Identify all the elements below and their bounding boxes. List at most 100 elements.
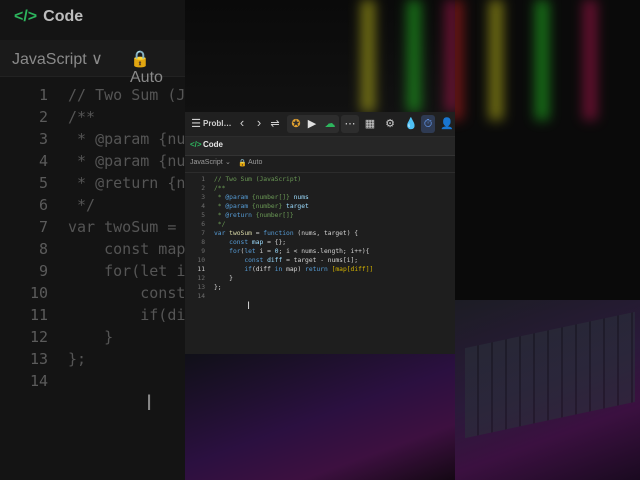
line-number: 4 bbox=[201, 203, 205, 210]
background-code-line: 13}; bbox=[0, 348, 185, 370]
code-text: var bbox=[214, 230, 226, 237]
background-code-line: 12 } bbox=[0, 326, 185, 348]
background-line-number: 1 bbox=[38, 86, 48, 104]
background-code-text: }; bbox=[68, 350, 87, 368]
settings-gear-icon[interactable]: ⚙ bbox=[384, 116, 396, 132]
background-line-number: 10 bbox=[29, 284, 48, 302]
code-text: {number} bbox=[248, 203, 287, 210]
submit-cloud-icon[interactable]: ☁ bbox=[323, 116, 337, 132]
shuffle-icon[interactable]: ⇌ bbox=[269, 116, 281, 132]
more-icon: ⋯ bbox=[344, 118, 356, 130]
code-line: 6 */ bbox=[185, 220, 455, 229]
code-text: } bbox=[214, 275, 233, 282]
code-text: (diff bbox=[251, 266, 275, 273]
background-code-line: 1 // Two Sum (Ja bbox=[0, 84, 185, 106]
line-number: 12 bbox=[197, 275, 205, 282]
laptop-background-image bbox=[185, 354, 455, 480]
background-line-number: 2 bbox=[38, 108, 48, 126]
background-code-text: if(dif bbox=[68, 306, 185, 324]
line-number: 10 bbox=[197, 257, 205, 264]
code-text: @return bbox=[225, 212, 252, 219]
code-text: = {}; bbox=[263, 239, 287, 246]
background-code-line: 9 for(let i bbox=[0, 260, 185, 282]
top-toolbar: ☰ Probl… ‹ › ⇌ ✪ ▶ ☁ ⋯ ▦ ⚙ 💧 ⏱ 👤 bbox=[185, 112, 455, 137]
background-title-text: Code bbox=[43, 8, 84, 25]
code-line: 11 if(diff in map) return [map[diff]] bbox=[185, 265, 455, 274]
background-code-text: var twoSum = f bbox=[68, 218, 185, 236]
background-title: </> Code bbox=[14, 8, 83, 26]
code-text: /** bbox=[214, 185, 226, 192]
auto-mode-label[interactable]: Auto bbox=[248, 159, 262, 166]
code-editor[interactable]: 1 // Two Sum (JavaScript) 2 /** 3 * @param… bbox=[185, 175, 455, 355]
editor-options-bar: JavaScript ⌄ 🔒 Auto bbox=[185, 156, 455, 173]
language-select[interactable]: JavaScript bbox=[190, 159, 223, 166]
background-language-text: JavaScript bbox=[12, 51, 87, 68]
line-number: 9 bbox=[201, 248, 205, 255]
code-line: 1 // Two Sum (JavaScript) bbox=[185, 175, 455, 184]
run-icon[interactable]: ▶ bbox=[306, 116, 318, 132]
light-stripe-yellow bbox=[489, 0, 503, 120]
debug-icon[interactable]: ✪ bbox=[290, 116, 302, 132]
light-stripe-yellow bbox=[361, 0, 375, 112]
more-button[interactable]: ⋯ bbox=[341, 115, 359, 133]
background-line-number: 7 bbox=[38, 218, 48, 236]
drop-icon[interactable]: 💧 bbox=[404, 116, 418, 132]
video-card: ☰ Probl… ‹ › ⇌ ✪ ▶ ☁ ⋯ ▦ ⚙ 💧 ⏱ 👤 </> Cod… bbox=[185, 0, 455, 480]
background-code-line: 2 /** bbox=[0, 106, 185, 128]
background-code-text: */ bbox=[68, 196, 96, 214]
code-text: */ bbox=[214, 221, 226, 228]
code-text: map) bbox=[282, 266, 306, 273]
next-icon[interactable]: › bbox=[254, 116, 264, 132]
run-group: ✪ ▶ ☁ bbox=[287, 115, 339, 133]
background-code-text: * @return {nu bbox=[68, 174, 185, 192]
code-text: * bbox=[214, 203, 226, 210]
background-code-text: for(let i bbox=[68, 262, 185, 280]
background-left: </> Code JavaScript ∨ 🔒 Auto 1 // Two Sum … bbox=[0, 0, 185, 480]
line-number: 11 bbox=[197, 266, 205, 273]
line-number: 13 bbox=[197, 284, 205, 291]
background-code: 1// Two Sum (Ja 2/** 3 * @param {num 4 * @p… bbox=[0, 84, 185, 404]
text-cursor-icon: I bbox=[247, 300, 251, 312]
text-cursor-icon: I bbox=[146, 390, 153, 415]
prev-icon[interactable]: ‹ bbox=[237, 116, 247, 132]
code-line: 10 const diff = target - nums[i]; bbox=[185, 256, 455, 265]
code-line: 4 * @param {number} target bbox=[185, 202, 455, 211]
line-number: 14 bbox=[197, 293, 205, 300]
background-auto: 🔒 Auto bbox=[130, 49, 185, 87]
background-code-line: 10 const bbox=[0, 282, 185, 304]
code-text: i = bbox=[255, 248, 275, 255]
background-code-line: 5 * @return {nu bbox=[0, 172, 185, 194]
code-text: = target - nums[i]; bbox=[282, 257, 359, 264]
code-text: [map[diff]] bbox=[327, 266, 374, 273]
code-text: for bbox=[229, 248, 241, 255]
add-user-icon[interactable]: 👤 bbox=[440, 116, 454, 132]
background-code-line: 8 const map bbox=[0, 238, 185, 260]
code-text: }; bbox=[214, 284, 222, 291]
problem-tab[interactable]: Probl… bbox=[203, 116, 233, 132]
background-code-text: const bbox=[68, 284, 185, 302]
light-stripe-green bbox=[535, 0, 549, 120]
background-code-line: 11 if(dif bbox=[0, 304, 185, 326]
code-text: {number[]} bbox=[251, 212, 294, 219]
background-line-number: 9 bbox=[38, 262, 48, 280]
code-text: const bbox=[244, 257, 264, 264]
line-number: 8 bbox=[201, 239, 205, 246]
code-text: * bbox=[214, 212, 226, 219]
chevron-down-icon[interactable]: ⌄ bbox=[225, 158, 231, 166]
problem-list-icon[interactable]: ☰ bbox=[191, 116, 201, 132]
line-number: 5 bbox=[201, 212, 205, 219]
code-text: // Two Sum (JavaScript) bbox=[214, 176, 302, 183]
background-line-number: 4 bbox=[38, 152, 48, 170]
code-text: function bbox=[263, 230, 294, 237]
line-number: 7 bbox=[201, 230, 205, 237]
code-text: (nums, target) { bbox=[293, 230, 359, 237]
light-stripe-red bbox=[455, 0, 463, 120]
lock-icon: 🔒 bbox=[238, 160, 247, 167]
layout-icon[interactable]: ▦ bbox=[364, 116, 376, 132]
timer-button[interactable]: ⏱ bbox=[421, 115, 435, 133]
light-stripe-pink bbox=[583, 0, 597, 120]
code-line: 5 * @return {number[]} bbox=[185, 211, 455, 220]
